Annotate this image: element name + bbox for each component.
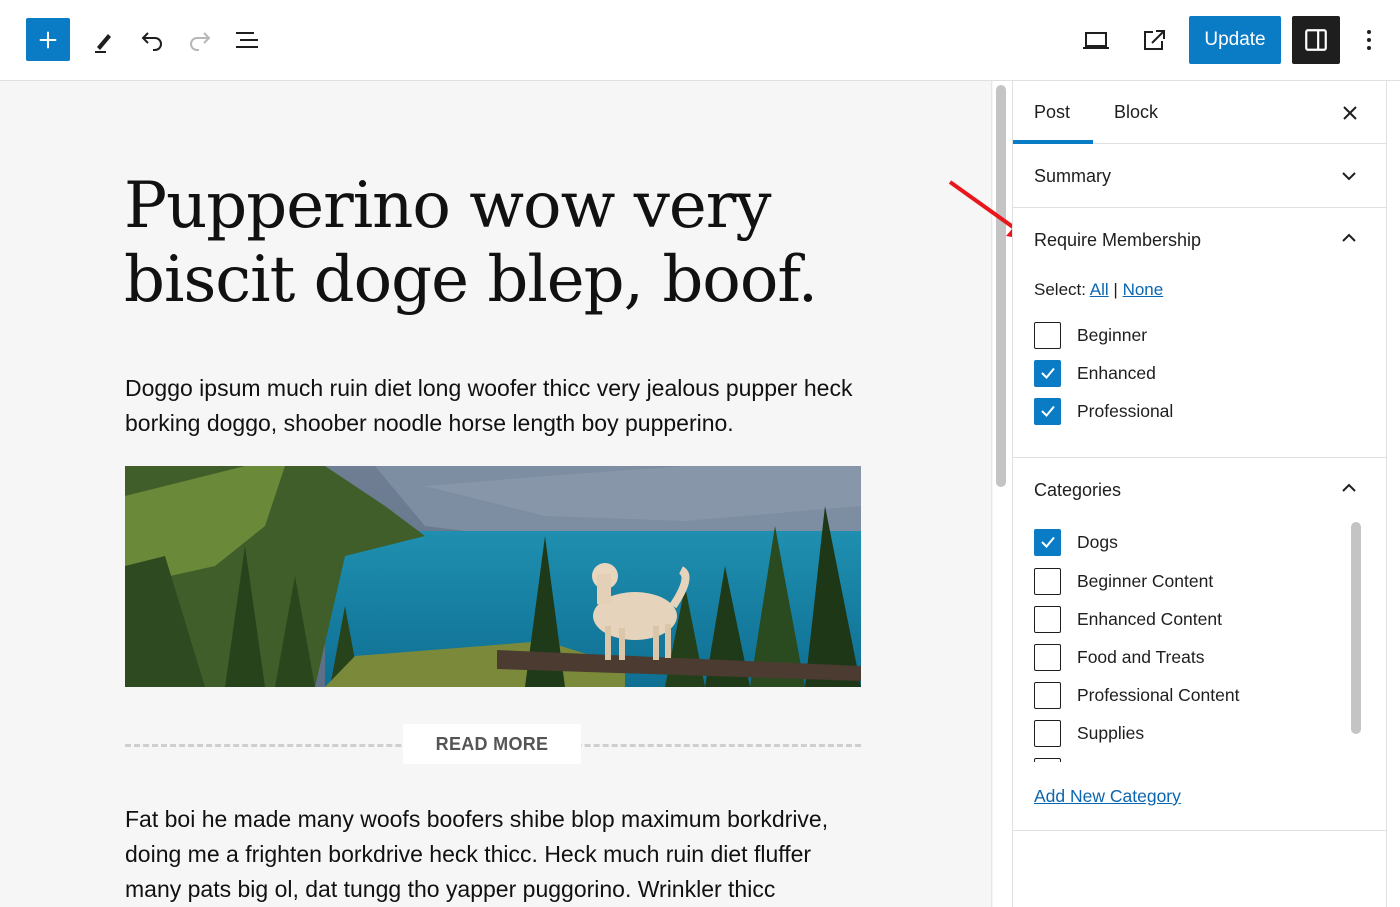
external-link-icon: [1144, 30, 1165, 50]
sidebar-toggle-icon: [1305, 29, 1327, 51]
category-item-enhanced-content[interactable]: Enhanced Content: [1034, 605, 1222, 633]
option-label: Enhanced: [1077, 362, 1156, 383]
tools-button[interactable]: [86, 22, 122, 58]
category-item-food-and-treats[interactable]: Food and Treats: [1034, 643, 1204, 671]
redo-icon: [190, 32, 211, 51]
undo-button[interactable]: [134, 22, 170, 58]
paragraph-block[interactable]: Doggo ipsum much ruin diet long woofer t…: [125, 371, 865, 441]
membership-title: Require Membership: [1034, 229, 1202, 250]
checkbox[interactable]: [1034, 567, 1061, 595]
category-label: Dogs: [1077, 531, 1118, 552]
categories-scrollbar[interactable]: [1351, 522, 1361, 734]
more-block[interactable]: READ MORE: [125, 724, 861, 764]
desktop-preview-icon: [1083, 32, 1109, 49]
preview-button[interactable]: [1078, 22, 1114, 58]
panel-divider: [1013, 830, 1387, 831]
more-options-icon: [1367, 30, 1371, 50]
membership-option-enhanced[interactable]: Enhanced: [1034, 359, 1156, 387]
category-item-supplies[interactable]: Supplies: [1034, 719, 1144, 747]
editor-canvas: Pupperino wow very biscit doge blep, boo…: [0, 81, 993, 907]
canvas-scrollbar[interactable]: [996, 85, 1006, 487]
select-row: Select: All | None: [1034, 280, 1163, 300]
settings-toggle-button[interactable]: [1292, 16, 1340, 64]
categories-title: Categories: [1034, 479, 1122, 500]
membership-option-professional[interactable]: Professional: [1034, 397, 1173, 425]
checkmark-icon: [1040, 367, 1055, 379]
category-label: Professional Content: [1077, 684, 1240, 705]
checkbox-checked[interactable]: [1034, 397, 1061, 425]
list-view-icon: [236, 32, 258, 48]
checkmark-icon: [1040, 536, 1055, 548]
options-button[interactable]: [1351, 22, 1387, 58]
chevron-down-icon: [1342, 172, 1356, 181]
view-post-button[interactable]: [1136, 22, 1172, 58]
select-prefix: Select:: [1034, 280, 1086, 299]
read-more-label[interactable]: READ MORE: [403, 724, 581, 764]
lake-dog-image: [125, 466, 861, 687]
checkbox-partial: [1034, 758, 1061, 762]
category-label: Supplies: [1077, 722, 1145, 743]
chevron-up-icon: [1342, 233, 1356, 242]
tab-block[interactable]: Block: [1114, 81, 1158, 144]
option-label: Beginner: [1077, 324, 1148, 345]
membership-panel-toggle[interactable]: Require Membership: [1013, 208, 1387, 272]
settings-sidebar: Post Block Summary Require Membership Se…: [1012, 81, 1387, 907]
checkmark-icon: [1040, 405, 1055, 417]
undo-icon: [141, 32, 162, 51]
checkbox[interactable]: [1034, 643, 1061, 671]
checkbox-checked[interactable]: [1034, 359, 1061, 387]
select-none-link[interactable]: None: [1123, 280, 1164, 299]
pencil-icon: [95, 34, 111, 53]
membership-option-beginner[interactable]: Beginner: [1034, 321, 1147, 349]
editor-toolbar: Update: [0, 0, 1400, 81]
checkbox[interactable]: [1034, 719, 1061, 747]
sidebar-tabs: Post Block: [1013, 81, 1387, 144]
add-new-category-link[interactable]: Add New Category: [1034, 786, 1181, 807]
update-button[interactable]: Update: [1189, 16, 1281, 64]
select-all-link[interactable]: All: [1090, 280, 1109, 299]
category-label: Food and Treats: [1077, 646, 1205, 667]
post-title[interactable]: Pupperino wow very biscit doge blep, boo…: [124, 169, 844, 317]
checkbox[interactable]: [1034, 681, 1061, 709]
category-item-beginner-content[interactable]: Beginner Content: [1034, 567, 1213, 595]
tab-post[interactable]: Post: [1034, 81, 1070, 144]
chevron-up-icon: [1342, 483, 1356, 492]
close-icon[interactable]: [1335, 98, 1365, 128]
select-separator: |: [1113, 280, 1118, 299]
category-item-professional-content[interactable]: Professional Content: [1034, 681, 1239, 709]
list-view-button[interactable]: [230, 22, 266, 58]
redo-button[interactable]: [182, 22, 218, 58]
checkbox[interactable]: [1034, 321, 1061, 349]
summary-title: Summary: [1034, 165, 1112, 186]
category-label: Beginner Content: [1077, 570, 1214, 591]
checkbox[interactable]: [1034, 605, 1061, 633]
categories-panel-toggle[interactable]: Categories: [1013, 458, 1387, 522]
paragraph-block[interactable]: Fat boi he made many woofs boofers shibe…: [125, 802, 865, 907]
category-label: Enhanced Content: [1077, 608, 1222, 629]
summary-panel-toggle[interactable]: Summary: [1013, 144, 1387, 208]
category-item-dogs[interactable]: Dogs: [1034, 528, 1118, 556]
option-label: Professional: [1077, 400, 1174, 421]
add-block-button[interactable]: [26, 18, 70, 61]
checkbox-checked[interactable]: [1034, 528, 1061, 556]
plus-icon: [39, 31, 57, 48]
featured-image[interactable]: [125, 466, 861, 687]
